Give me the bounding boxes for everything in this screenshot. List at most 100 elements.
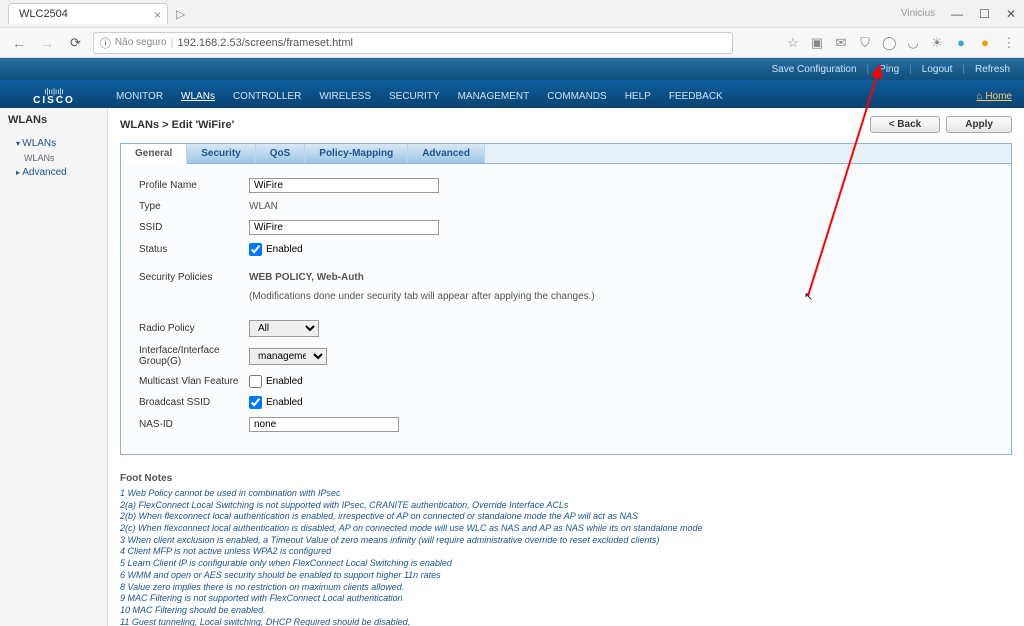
pocket-icon[interactable]: ◡ xyxy=(906,36,920,50)
radio-policy-label: Radio Policy xyxy=(139,323,249,334)
browser-tab-bar: WLC2504 × ▷ Vinicius — ☐ ✕ xyxy=(0,0,1024,28)
save-config-link[interactable]: Save Configuration xyxy=(767,64,860,75)
nav-feedback[interactable]: FEEDBACK xyxy=(661,91,731,102)
nas-id-label: NAS-ID xyxy=(139,419,249,430)
footnote-item: 8 Value zero implies there is no restric… xyxy=(120,582,1012,594)
footnote-item: 4 Client MFP is not active unless WPA2 i… xyxy=(120,546,1012,558)
dot-orange-icon[interactable]: ● xyxy=(978,36,992,50)
tab-container: GeneralSecurityQoSPolicy-MappingAdvanced… xyxy=(120,143,1012,455)
cisco-nav: ı|ıı|ıı|ı CISCO MONITORWLANsCONTROLLERWI… xyxy=(0,80,1024,108)
footnote-item: 5 Learn Client IP is configurable only w… xyxy=(120,558,1012,570)
bcast-ssid-checkbox[interactable] xyxy=(249,396,262,409)
footnote-item: 2(b) When flexconnect local authenticati… xyxy=(120,511,1012,523)
browser-address-row: ← → ⟳ ⓘ Não seguro | 192.168.2.53/screen… xyxy=(0,28,1024,58)
dot-green-icon[interactable]: ● xyxy=(954,36,968,50)
tab-advanced[interactable]: Advanced xyxy=(408,144,485,163)
new-tab-icon[interactable]: ▷ xyxy=(176,7,185,21)
multi-vlan-label: Multicast Vlan Feature xyxy=(139,376,249,387)
ping-link[interactable]: Ping xyxy=(875,64,903,75)
footnote-item: 3 When client exclusion is enabled, a Ti… xyxy=(120,535,1012,547)
menu-icon[interactable]: ⋮ xyxy=(1002,36,1016,50)
bcast-ssid-label: Broadcast SSID xyxy=(139,397,249,408)
breadcrumb-text: WLANs > Edit 'WiFire' xyxy=(120,119,234,131)
content-area: WLANs > Edit 'WiFire' < Back Apply Gener… xyxy=(108,108,1024,626)
sec-policies-label: Security Policies xyxy=(139,272,249,283)
profile-name-label: Profile Name xyxy=(139,180,249,191)
maximize-icon[interactable]: ☐ xyxy=(979,7,990,21)
logout-link[interactable]: Logout xyxy=(918,64,957,75)
refresh-link[interactable]: Refresh xyxy=(971,64,1014,75)
nav-security[interactable]: SECURITY xyxy=(381,91,448,102)
sidebar-item-wlans-child[interactable]: WLANs xyxy=(8,151,99,165)
tab-body-general: Profile Name Type WLAN SSID Status Enabl… xyxy=(121,164,1011,454)
star-icon[interactable]: ☆ xyxy=(786,36,800,50)
footnotes-title: Foot Notes xyxy=(120,473,1012,484)
back-button[interactable]: < Back xyxy=(870,116,941,133)
nav-management[interactable]: MANAGEMENT xyxy=(450,91,538,102)
footnote-item: 9 MAC Filtering is not supported with Fl… xyxy=(120,593,1012,605)
tab-qos[interactable]: QoS xyxy=(256,144,306,163)
extension-icons: ☆ ▣ ✉ ⛉ ◯ ◡ ☀ ● ● ⋮ xyxy=(786,36,1016,50)
nav-controller[interactable]: CONTROLLER xyxy=(225,91,309,102)
tab-security[interactable]: Security xyxy=(187,144,255,163)
os-username: Vinicius xyxy=(901,8,935,19)
tab-strip: GeneralSecurityQoSPolicy-MappingAdvanced xyxy=(121,144,1011,164)
profile-name-input[interactable] xyxy=(249,178,439,193)
status-text: Enabled xyxy=(266,244,303,255)
cisco-logo: ı|ıı|ıı|ı CISCO xyxy=(0,89,108,108)
ext-square-icon[interactable]: ▣ xyxy=(810,36,824,50)
close-window-icon[interactable]: ✕ xyxy=(1006,7,1016,21)
footnote-item: 10 MAC Filtering should be enabled. xyxy=(120,605,1012,617)
footnotes: Foot Notes 1 Web Policy cannot be used i… xyxy=(120,473,1012,626)
footnote-item: 1 Web Policy cannot be used in combinati… xyxy=(120,488,1012,500)
footnote-item: 11 Guest tunneling, Local switching, DHC… xyxy=(120,617,1012,626)
forward-icon[interactable]: → xyxy=(36,35,58,51)
status-checkbox[interactable] xyxy=(249,243,262,256)
mail-icon[interactable]: ✉ xyxy=(834,36,848,50)
address-bar[interactable]: ⓘ Não seguro | 192.168.2.53/screens/fram… xyxy=(93,32,733,54)
browser-tab[interactable]: WLC2504 × xyxy=(8,3,168,24)
nav-help[interactable]: HELP xyxy=(617,91,659,102)
home-link[interactable]: Home xyxy=(976,91,1024,108)
close-icon[interactable]: × xyxy=(154,8,161,22)
tab-policy-mapping[interactable]: Policy-Mapping xyxy=(305,144,408,163)
shield-icon[interactable]: ⛉ xyxy=(858,36,872,50)
radio-policy-select[interactable]: All xyxy=(249,320,319,337)
sidebar-item-advanced[interactable]: Advanced xyxy=(8,165,99,180)
tab-title: WLC2504 xyxy=(19,8,68,20)
circle-icon[interactable]: ◯ xyxy=(882,36,896,50)
nas-id-input[interactable] xyxy=(249,417,399,432)
insecure-label: Não seguro xyxy=(115,37,167,48)
footnote-item: 2(c) When flexconnect local authenticati… xyxy=(120,523,1012,535)
status-label: Status xyxy=(139,244,249,255)
reload-icon[interactable]: ⟳ xyxy=(64,35,87,51)
cisco-top-strip: Save Configuration| Ping| Logout| Refres… xyxy=(0,58,1024,80)
breadcrumb: WLANs > Edit 'WiFire' < Back Apply xyxy=(120,116,1012,133)
ssid-label: SSID xyxy=(139,222,249,233)
info-icon: ⓘ xyxy=(100,35,111,51)
tab-general[interactable]: General xyxy=(121,144,187,164)
sun-icon[interactable]: ☀ xyxy=(930,36,944,50)
apply-button[interactable]: Apply xyxy=(946,116,1012,133)
multi-vlan-text: Enabled xyxy=(266,376,303,387)
type-value: WLAN xyxy=(249,201,278,212)
footnote-item: 6 WMM and open or AES security should be… xyxy=(120,570,1012,582)
sec-policies-note: (Modifications done under security tab w… xyxy=(249,291,993,302)
ssid-input[interactable] xyxy=(249,220,439,235)
nav-wlans[interactable]: WLANs xyxy=(173,91,223,102)
multi-vlan-checkbox[interactable] xyxy=(249,375,262,388)
sidebar-item-wlans[interactable]: WLANs xyxy=(8,136,99,151)
bcast-ssid-text: Enabled xyxy=(266,397,303,408)
iface-group-select[interactable]: management xyxy=(249,348,327,365)
type-label: Type xyxy=(139,201,249,212)
cursor-icon: ↖ xyxy=(804,290,813,303)
minimize-icon[interactable]: — xyxy=(951,7,963,21)
nav-monitor[interactable]: MONITOR xyxy=(108,91,171,102)
nav-wireless[interactable]: WIRELESS xyxy=(311,91,379,102)
iface-group-label: Interface/Interface Group(G) xyxy=(139,345,249,367)
back-icon[interactable]: ← xyxy=(8,35,30,51)
sidebar: WLANs WLANsWLANsAdvanced xyxy=(0,108,108,626)
sec-policies-value: WEB POLICY, Web-Auth xyxy=(249,272,364,283)
url-text: 192.168.2.53/screens/frameset.html xyxy=(177,37,352,49)
nav-commands[interactable]: COMMANDS xyxy=(539,91,614,102)
